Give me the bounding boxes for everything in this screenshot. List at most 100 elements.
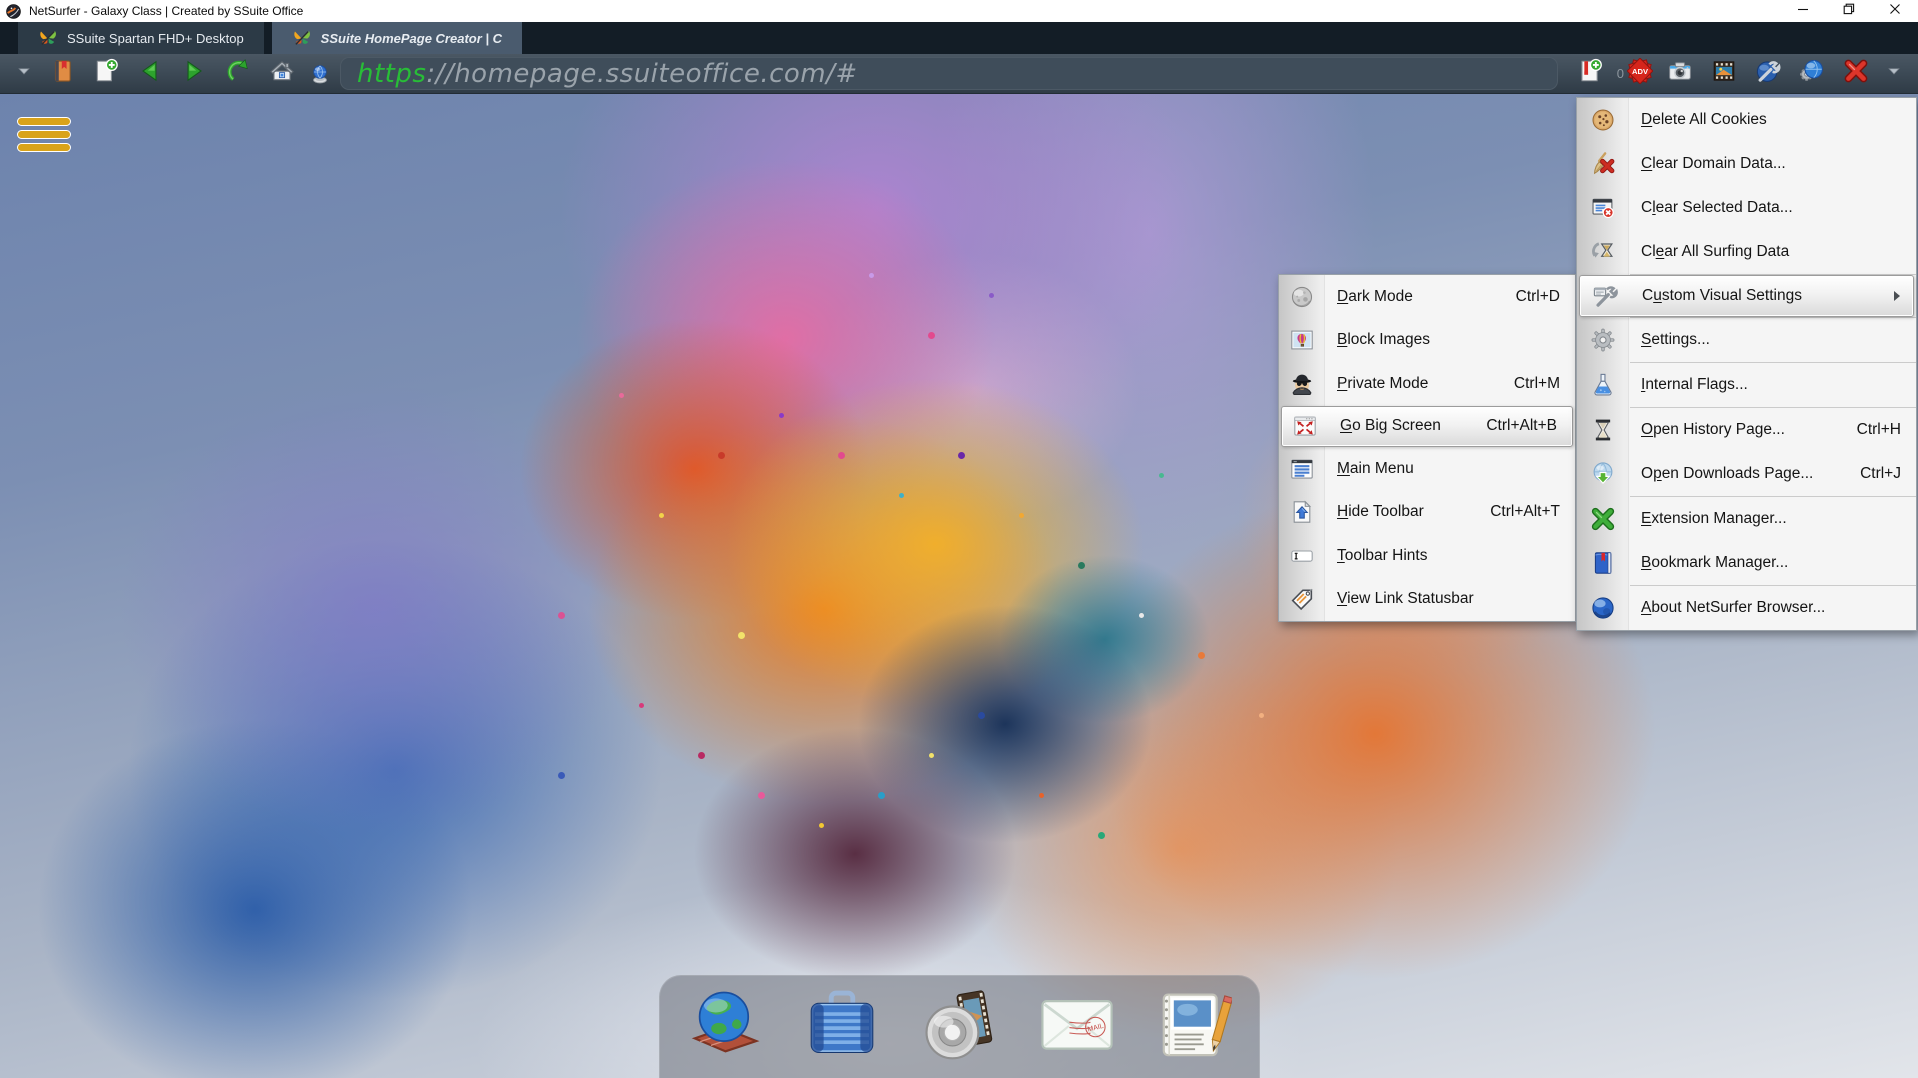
menu-item-shortcut: Ctrl+H: [1857, 421, 1916, 439]
hourglass-clear-icon: [1577, 239, 1629, 265]
netsurfer-logo-icon: [5, 3, 22, 20]
hamburger-bar: [17, 130, 71, 139]
dock-mail-icon: MAIL: [1039, 987, 1115, 1068]
sphere-blue-icon: [1577, 595, 1629, 621]
menu-item-about-netsurfer-browser[interactable]: About NetSurfer Browser...: [1577, 586, 1916, 630]
book-icon: [49, 58, 75, 89]
tab-label: SSuite HomePage Creator | C: [321, 31, 502, 46]
overflow-chevron[interactable]: [1883, 57, 1905, 91]
menu-item-label: Private Mode: [1337, 375, 1428, 393]
hamburger-bar: [17, 117, 71, 126]
menu-item-bookmark-manager[interactable]: Bookmark Manager...: [1577, 541, 1916, 585]
menu-item-internal-flags[interactable]: Internal Flags...: [1577, 363, 1916, 407]
chevron-down-icon: [1885, 62, 1903, 85]
menu-item-main-menu[interactable]: Main Menu: [1279, 447, 1575, 491]
dock-web-button[interactable]: [688, 990, 762, 1064]
broom-x-icon: [1577, 151, 1629, 177]
menu-item-clear-domain-data[interactable]: Clear Domain Data...: [1577, 142, 1916, 186]
menu-item-block-images[interactable]: Block Images: [1279, 319, 1575, 363]
forward-button[interactable]: [177, 57, 211, 91]
menu-item-open-history-page[interactable]: Open History Page... Ctrl+H: [1577, 408, 1916, 452]
menu-item-label: Hide Toolbar: [1337, 503, 1424, 521]
hamburger-menu-button[interactable]: [17, 117, 71, 156]
film-icon: [1711, 58, 1737, 89]
menu-item-label: Open History Page...: [1641, 421, 1785, 439]
tools-sphere-icon: [1755, 58, 1781, 89]
menu-item-private-mode[interactable]: Private ModeCtrl+M: [1279, 362, 1575, 406]
new-tab-button[interactable]: [89, 57, 123, 91]
reload-arrow-icon: [225, 58, 251, 89]
screenshot-button[interactable]: [1663, 57, 1697, 91]
menu-item-label: Internal Flags...: [1641, 376, 1748, 394]
menu-item-shortcut: Ctrl+J: [1860, 465, 1916, 483]
menu-item-label: Settings...: [1641, 331, 1710, 349]
tag-icon: [1279, 586, 1325, 612]
reload-button[interactable]: [221, 57, 255, 91]
menu-item-go-big-screen[interactable]: Go Big ScreenCtrl+Alt+B: [1281, 406, 1573, 448]
browser-context-menu: Delete All Cookies Clear Domain Data... Cl…: [1576, 97, 1917, 631]
image-balloon-icon: [1279, 327, 1325, 353]
minimize-icon: [1797, 2, 1809, 20]
dock-globe-icon: [687, 987, 763, 1068]
restore-button[interactable]: [1826, 0, 1872, 22]
menu-item-extension-manager[interactable]: Extension Manager...: [1577, 497, 1916, 541]
butterfly-logo-icon: [292, 28, 312, 48]
menu-item-label: Extension Manager...: [1641, 510, 1787, 528]
back-arrow-icon: [137, 58, 163, 89]
menu-item-settings[interactable]: Settings...: [1577, 318, 1916, 362]
dock-office-button[interactable]: [805, 990, 879, 1064]
menu-item-toolbar-hints[interactable]: Toolbar Hints: [1279, 534, 1575, 578]
close-x-icon: [1843, 58, 1869, 89]
dock-media-button[interactable]: [923, 990, 997, 1064]
window-title: NetSurfer - Galaxy Class | Created by SS…: [29, 4, 303, 18]
close-button[interactable]: [1872, 0, 1918, 22]
devtools-button[interactable]: [1751, 57, 1785, 91]
menu-item-label: Dark Mode: [1337, 288, 1413, 306]
address-bar[interactable]: https://homepage.ssuiteoffice.com/#: [340, 57, 1558, 90]
menu-item-label: Clear Selected Data...: [1641, 199, 1793, 217]
dock-briefcase-icon: [804, 987, 880, 1068]
menu-item-view-link-statusbar[interactable]: View Link Statusbar: [1279, 578, 1575, 622]
big-screen-icon: [1282, 413, 1328, 439]
adblock-counter: 0: [1617, 66, 1624, 81]
tab-1[interactable]: SSuite HomePage Creator | C: [272, 22, 522, 54]
home-button[interactable]: [265, 57, 299, 91]
menu-item-hide-toolbar[interactable]: Hide ToolbarCtrl+Alt+T: [1279, 491, 1575, 535]
exit-button[interactable]: [1839, 57, 1873, 91]
butterfly-logo-icon: [38, 28, 58, 48]
green-cross-icon: [1577, 506, 1629, 532]
tab-0[interactable]: SSuite Spartan FHD+ Desktop: [18, 22, 264, 54]
menu-item-dark-mode[interactable]: Dark ModeCtrl+D: [1279, 275, 1575, 319]
menu-item-custom-visual-settings[interactable]: Custom Visual Settings: [1579, 275, 1914, 317]
dock-mail-button[interactable]: MAIL: [1040, 990, 1114, 1064]
dock-speaker-icon: [922, 987, 998, 1068]
back-button[interactable]: [133, 57, 167, 91]
menu-item-label: Delete All Cookies: [1641, 111, 1767, 129]
page-up-icon: [1279, 499, 1325, 525]
minimize-button[interactable]: [1780, 0, 1826, 22]
toolbar-menu-chevron[interactable]: [13, 57, 35, 91]
toolbar: https://homepage.ssuiteoffice.com/# 0ADV: [0, 54, 1918, 94]
media-button[interactable]: [1707, 57, 1741, 91]
flask-icon: [1577, 372, 1629, 398]
bookmarks-button[interactable]: [45, 57, 79, 91]
hourglass-icon: [1577, 417, 1629, 443]
browser-window: NetSurfer - Galaxy Class | Created by SS…: [0, 0, 1918, 1078]
visual-settings-submenu: Dark ModeCtrl+D Block Images Private ModeC…: [1278, 274, 1576, 622]
adblock-button[interactable]: 0ADV: [1617, 58, 1653, 89]
menu-item-open-downloads-page[interactable]: Open Downloads Page... Ctrl+J: [1577, 452, 1916, 496]
menu-item-label: Toolbar Hints: [1337, 547, 1427, 565]
settings-button[interactable]: [1795, 57, 1829, 91]
add-bookmark-icon: [1577, 58, 1603, 89]
new-page-icon: [93, 58, 119, 89]
menu-item-clear-selected-data[interactable]: Clear Selected Data...: [1577, 186, 1916, 230]
wrench-window-icon: [1580, 283, 1630, 309]
chevron-down-icon: [15, 62, 33, 85]
menu-item-clear-all-surfing-data[interactable]: Clear All Surfing Data: [1577, 230, 1916, 274]
menu-item-label: Block Images: [1337, 331, 1430, 349]
add-bookmark-button[interactable]: [1573, 57, 1607, 91]
menu-item-label: Open Downloads Page...: [1641, 465, 1813, 483]
dock-journal-button[interactable]: [1157, 990, 1231, 1064]
adv-badge-icon: ADV: [1627, 58, 1653, 89]
menu-item-delete-all-cookies[interactable]: Delete All Cookies: [1577, 98, 1916, 142]
